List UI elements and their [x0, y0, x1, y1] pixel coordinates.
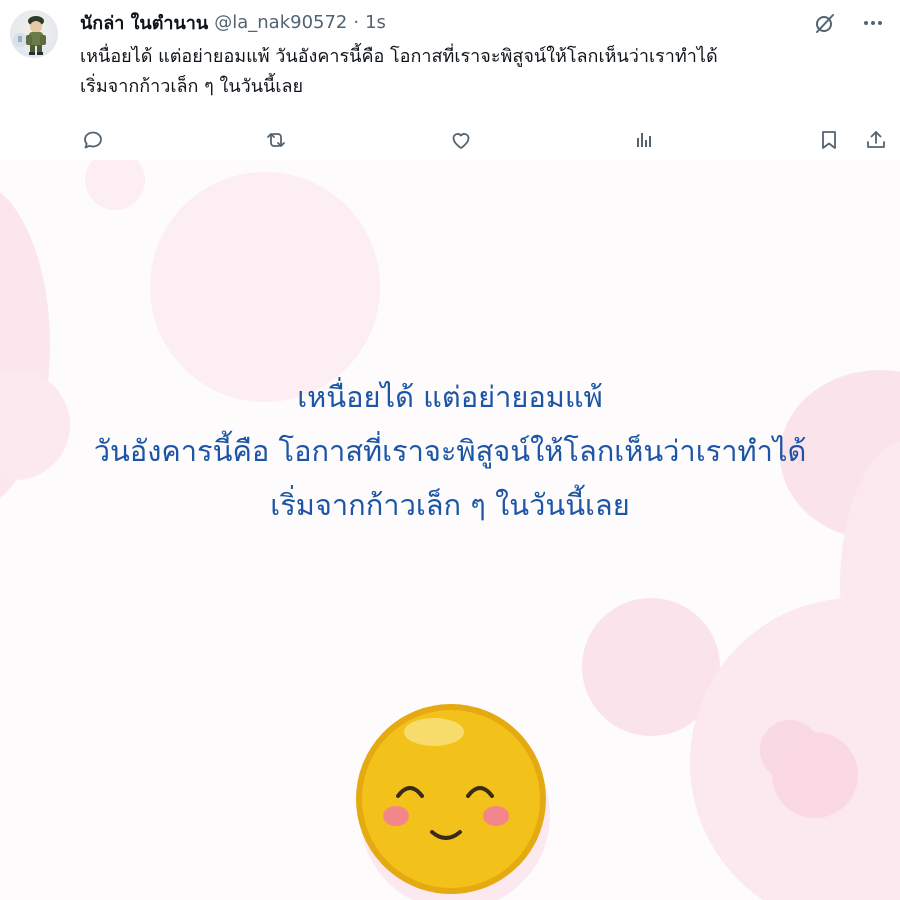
- image-caption-line: เหนื่อยได้ แต่อย่ายอมแพ้: [297, 380, 603, 414]
- image-caption: เหนื่อยได้ แต่อย่ายอมแพ้ วันอังคารนี้คือ…: [0, 370, 900, 532]
- background-bubble: [772, 732, 858, 818]
- image-caption-line: วันอังคารนี้คือ โอกาสที่เราจะพิสูจน์ให้โ…: [93, 434, 807, 468]
- views-icon[interactable]: [626, 122, 662, 158]
- author-line: นักล่า ในตำนาน @la_nak90572 · 1s: [80, 8, 386, 36]
- post-header: นักล่า ในตำนาน @la_nak90572 · 1s เหนื่อย…: [0, 0, 900, 160]
- avatar-soldier-image: [13, 16, 46, 55]
- display-name[interactable]: นักล่า ในตำนาน: [80, 8, 208, 37]
- background-bubble: [85, 160, 145, 210]
- post-text-line: เริ่มจากก้าวเล็ก ๆ ในวันนี้เลย: [80, 76, 304, 97]
- repost-icon[interactable]: [258, 122, 294, 158]
- post-timestamp[interactable]: 1s: [365, 12, 386, 33]
- image-caption-line: เริ่มจากก้าวเล็ก ๆ ในวันนี้เลย: [270, 488, 630, 522]
- post-text: เหนื่อยได้ แต่อย่ายอมแพ้ วันอังคารนี้คือ…: [80, 42, 880, 102]
- header-icons: [810, 8, 888, 38]
- post-actions: [0, 122, 900, 158]
- smiling-emoji-icon: [356, 704, 546, 894]
- more-icon[interactable]: [858, 8, 888, 38]
- like-icon[interactable]: [443, 122, 479, 158]
- background-bubble: [150, 172, 380, 402]
- user-handle[interactable]: @la_nak90572: [214, 12, 347, 33]
- post-text-line: เหนื่อยได้ แต่อย่ายอมแพ้ วันอังคารนี้คือ…: [80, 46, 718, 67]
- avatar[interactable]: [10, 10, 58, 58]
- share-icon[interactable]: [858, 122, 894, 158]
- bookmark-icon[interactable]: [811, 122, 847, 158]
- reply-icon[interactable]: [75, 122, 111, 158]
- grok-icon[interactable]: [810, 8, 840, 38]
- post-image[interactable]: เหนื่อยได้ แต่อย่ายอมแพ้ วันอังคารนี้คือ…: [0, 160, 900, 900]
- separator-dot: ·: [353, 11, 360, 33]
